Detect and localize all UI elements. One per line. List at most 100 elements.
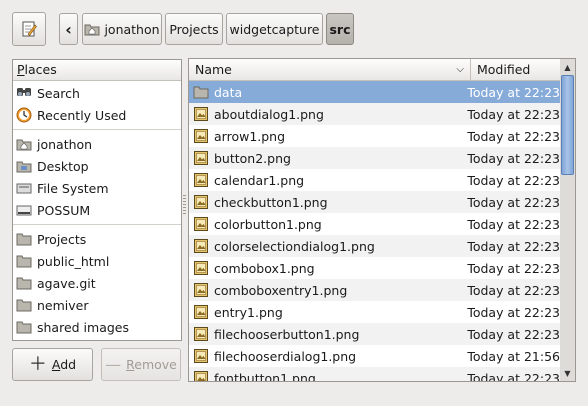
scroll-down-arrow[interactable]: ▼ [560, 366, 575, 380]
file-modified: Today at 22:23 [467, 216, 560, 232]
recent-icon [16, 107, 32, 123]
file-modified: Today at 22:23 [467, 282, 560, 298]
file-row[interactable]: button2.png Today at 22:23 [189, 147, 560, 169]
file-list-header: Name ⌵ Modified [189, 59, 560, 81]
file-row[interactable]: calendar1.png Today at 22:23 [189, 169, 560, 191]
breadcrumb-label: jonathon [104, 21, 160, 37]
file-name-cell: calendar1.png [189, 172, 461, 188]
file-modified: Today at 22:23 [467, 150, 560, 166]
breadcrumb-src[interactable]: src [326, 13, 354, 45]
drive-icon [16, 180, 32, 196]
file-modified: Today at 22:23 [467, 128, 560, 144]
file-name-cell: entry1.png [189, 304, 461, 320]
file-name: checkbutton1.png [214, 194, 328, 210]
file-modified: Today at 22:23 [467, 370, 560, 382]
file-name: calendar1.png [214, 172, 305, 188]
file-row[interactable]: combobox1.png Today at 22:23 [189, 257, 560, 279]
place-item-shared-images[interactable]: shared images [13, 316, 181, 338]
column-name-header[interactable]: Name ⌵ [189, 59, 471, 80]
file-row[interactable]: filechooserdialog1.png Today at 21:56 [189, 345, 560, 367]
place-item-projects[interactable]: Projects [13, 228, 181, 250]
pencil-paper-icon [21, 21, 37, 37]
image-icon [193, 128, 209, 144]
file-row[interactable]: entry1.png Today at 22:23 [189, 301, 560, 323]
file-name-cell: button2.png [189, 150, 461, 166]
image-icon [193, 238, 209, 254]
breadcrumb-back-button[interactable]: ‹ [59, 13, 78, 45]
place-item-possum[interactable]: POSSUM [13, 199, 181, 221]
image-icon [193, 304, 209, 320]
file-name-cell: checkbutton1.png [189, 194, 461, 210]
place-item-public-html[interactable]: public_html [13, 250, 181, 272]
home-folder-icon [16, 136, 32, 152]
breadcrumb-jonathon[interactable]: jonathon [82, 13, 162, 45]
file-row[interactable]: aboutdialog1.png Today at 22:23 [189, 103, 560, 125]
file-modified: Today at 22:23 [467, 106, 560, 122]
add-place-button[interactable]: ＋ Add [12, 348, 93, 381]
image-icon [193, 260, 209, 276]
search-icon [16, 85, 32, 101]
column-modified-header[interactable]: Modified [471, 59, 560, 80]
file-modified: Today at 21:56 [467, 348, 560, 364]
folder-icon [16, 231, 32, 247]
file-name-cell: filechooserbutton1.png [189, 326, 461, 342]
breadcrumb-label: widgetcapture [229, 21, 320, 37]
file-name: combobox1.png [214, 260, 315, 276]
file-name: filechooserbutton1.png [214, 326, 360, 342]
place-item-recently-used[interactable]: Recently Used [13, 104, 181, 126]
breadcrumb-projects[interactable]: Projects [165, 13, 223, 45]
file-name: aboutdialog1.png [214, 106, 324, 122]
file-row[interactable]: checkbutton1.png Today at 22:23 [189, 191, 560, 213]
file-row[interactable]: arrow1.png Today at 22:23 [189, 125, 560, 147]
file-modified: Today at 22:23 [467, 326, 560, 342]
edit-location-button[interactable] [12, 12, 46, 46]
scroll-up-arrow[interactable]: ▲ [560, 60, 575, 74]
file-list-scrollbar[interactable]: ▲ ▼ [560, 58, 576, 382]
remove-place-button[interactable]: — Remove [101, 348, 181, 381]
scroll-thumb[interactable] [561, 75, 574, 175]
file-name: comboboxentry1.png [214, 282, 348, 298]
file-name-cell: arrow1.png [189, 128, 461, 144]
places-separator [13, 224, 181, 225]
file-row[interactable]: data Today at 22:23 [189, 81, 560, 103]
file-row[interactable]: fontbutton1.png Today at 22:23 [189, 367, 560, 382]
file-name: colorbutton1.png [214, 216, 322, 232]
home-folder-icon [84, 21, 100, 37]
place-item-nemiver[interactable]: nemiver [13, 294, 181, 316]
file-list-panel: Name ⌵ Modified data Today at 22:23 aboutd… [188, 58, 561, 382]
file-name: arrow1.png [214, 128, 286, 144]
breadcrumb-widgetcapture[interactable]: widgetcapture [226, 13, 323, 45]
place-item-file-system[interactable]: File System [13, 177, 181, 199]
breadcrumb-label: src [329, 21, 351, 37]
breadcrumb-label: Projects [169, 21, 219, 37]
file-row[interactable]: comboboxentry1.png Today at 22:23 [189, 279, 560, 301]
file-row[interactable]: colorselectiondialog1.png Today at 22:23 [189, 235, 560, 257]
file-name: button2.png [214, 150, 291, 166]
pane-resize-grip[interactable] [183, 195, 186, 215]
folder-icon [193, 84, 209, 100]
file-modified: Today at 22:23 [467, 304, 560, 320]
file-name-cell: combobox1.png [189, 260, 461, 276]
file-modified: Today at 22:23 [467, 238, 560, 254]
place-item-search[interactable]: Search [13, 82, 181, 104]
file-modified: Today at 22:23 [467, 260, 560, 276]
file-name-cell: fontbutton1.png [189, 370, 461, 381]
file-name-cell: comboboxentry1.png [189, 282, 461, 298]
image-icon [193, 326, 209, 342]
image-icon [193, 194, 209, 210]
minus-icon: — [105, 354, 122, 374]
place-item-jonathon[interactable]: jonathon [13, 133, 181, 155]
places-panel: Places Search Recently Used jonathon Des… [12, 59, 182, 341]
file-name: entry1.png [214, 304, 283, 320]
file-row[interactable]: filechooserbutton1.png Today at 22:23 [189, 323, 560, 345]
place-item-desktop[interactable]: Desktop [13, 155, 181, 177]
place-item-agave-git[interactable]: agave.git [13, 272, 181, 294]
places-header[interactable]: Places [13, 60, 181, 81]
folder-icon [16, 297, 32, 313]
desktop-icon [16, 158, 32, 174]
file-row[interactable]: colorbutton1.png Today at 22:23 [189, 213, 560, 235]
plus-icon: ＋ [28, 353, 47, 375]
image-icon [193, 216, 209, 232]
file-modified: Today at 22:23 [467, 84, 560, 100]
image-icon [193, 282, 209, 298]
